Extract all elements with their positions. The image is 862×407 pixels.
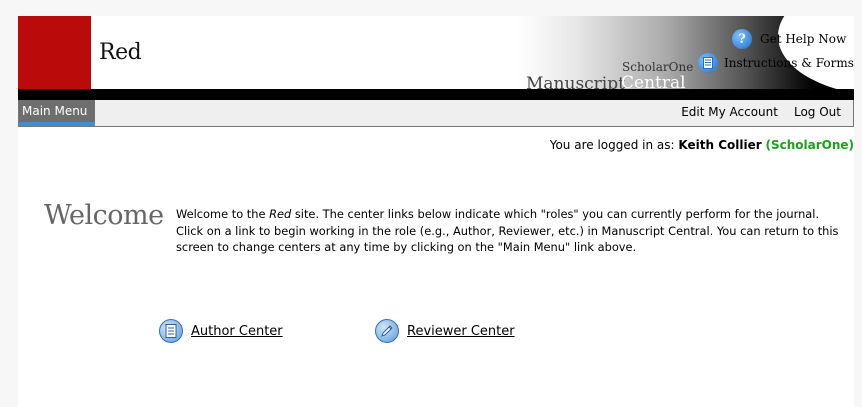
logged-in-org: (ScholarOne)	[765, 138, 854, 152]
page: Red ScholarOne Manuscript Central ? Get …	[18, 16, 854, 407]
pencil-icon	[375, 319, 399, 343]
logged-in-user: Keith Collier	[678, 138, 762, 152]
author-center-label: Author Center	[191, 323, 283, 339]
main-menu-active-indicator	[19, 122, 95, 126]
brand-word-manuscript: Manuscript	[526, 74, 625, 89]
author-center-link[interactable]: Author Center	[159, 319, 283, 343]
instructions-forms-link[interactable]: Instructions & Forms	[698, 53, 854, 73]
main-menu-tab[interactable]: Main Menu	[19, 100, 95, 122]
banner-rule	[18, 89, 854, 100]
edit-account-link[interactable]: Edit My Account	[681, 100, 778, 124]
welcome-text-part1: Welcome to the	[176, 207, 270, 221]
instructions-forms-label: Instructions & Forms	[724, 56, 854, 70]
journal-name: Red	[99, 40, 142, 65]
logged-in-prefix: You are logged in as:	[549, 138, 679, 152]
get-help-link[interactable]: ? Get Help Now	[732, 29, 846, 49]
logged-in-status: You are logged in as: Keith Collier (Sch…	[550, 138, 854, 152]
welcome-text: Welcome to the Red site. The center link…	[176, 206, 846, 256]
get-help-label: Get Help Now	[760, 32, 847, 46]
help-icon: ?	[732, 29, 752, 49]
brand-word-central: Central	[621, 73, 686, 89]
document-icon	[159, 319, 183, 343]
reviewer-center-link[interactable]: Reviewer Center	[375, 319, 515, 343]
brand-small-text: ScholarOne	[622, 60, 694, 74]
menu-bar: Main Menu Edit My Account Log Out	[18, 100, 854, 127]
welcome-journal-name: Red	[269, 207, 292, 221]
log-out-link[interactable]: Log Out	[794, 100, 841, 124]
welcome-heading: Welcome	[44, 200, 164, 231]
journal-color-block	[18, 16, 91, 89]
document-icon	[698, 53, 718, 73]
reviewer-center-label: Reviewer Center	[407, 323, 515, 339]
account-links: Edit My Account Log Out	[681, 100, 841, 124]
banner: Red ScholarOne Manuscript Central ? Get …	[18, 16, 854, 89]
